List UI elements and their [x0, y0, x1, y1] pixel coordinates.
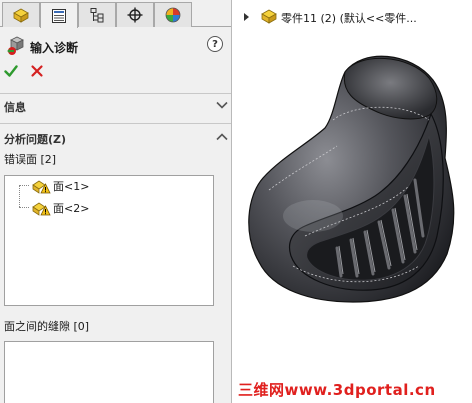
chevron-down-icon[interactable]	[216, 101, 228, 109]
property-manager-tab[interactable]	[40, 2, 78, 28]
chevron-up-icon[interactable]	[216, 133, 228, 141]
tree-line	[19, 185, 29, 186]
faulty-faces-label: 错误面 [2]	[4, 153, 57, 166]
feature-manager-icon	[13, 8, 29, 23]
divider	[0, 93, 231, 94]
import-diagnostics-icon	[7, 36, 24, 55]
help-icon[interactable]: ?	[207, 36, 223, 52]
faulty-faces-list[interactable]: 面<1> 面<2>	[4, 175, 214, 306]
ok-button[interactable]	[4, 64, 18, 78]
model-tree-title[interactable]: 零件11 (2) (默认<<零件...	[281, 10, 417, 26]
divider	[0, 123, 231, 124]
solidworks-window: 输入诊断 ? 信息 分析问题(Z) 错误面 [2] 面<1> 面<2> 面之间的…	[0, 0, 472, 403]
configuration-manager-icon	[90, 8, 104, 23]
property-manager-header: 输入诊断 ?	[0, 30, 231, 60]
tree-line	[19, 185, 20, 207]
property-manager-panel: 输入诊断 ? 信息 分析问题(Z) 错误面 [2] 面<1> 面<2> 面之间的…	[0, 0, 232, 403]
cancel-button[interactable]	[30, 64, 44, 78]
crosshair-icon	[127, 7, 143, 23]
watermark-text: 三维网www.3dportal.cn	[238, 381, 436, 399]
tree-line	[19, 207, 29, 208]
3d-model-view[interactable]	[233, 40, 472, 380]
part-icon	[261, 9, 277, 24]
graphics-area[interactable]: 零件11 (2) (默认<<零件... 三维网www.3dportal.cn	[233, 0, 472, 403]
configuration-manager-tab[interactable]	[78, 2, 116, 27]
gaps-list[interactable]	[4, 341, 214, 403]
face-warning-icon	[32, 202, 51, 216]
manager-tab-bar	[0, 0, 231, 28]
expand-arrow-icon[interactable]	[244, 13, 249, 21]
list-item[interactable]: 面<2>	[31, 199, 89, 217]
dimxpert-manager-tab[interactable]	[116, 2, 154, 27]
appearance-icon	[165, 7, 181, 23]
list-item-label: 面<1>	[53, 180, 90, 193]
property-manager-icon	[52, 8, 66, 23]
help-icon-glyph: ?	[212, 38, 218, 50]
property-manager-title: 输入诊断	[30, 41, 79, 55]
list-item[interactable]: 面<1>	[31, 177, 89, 195]
analyze-group-title[interactable]: 分析问题(Z)	[4, 131, 66, 147]
face-warning-icon	[32, 180, 51, 194]
display-manager-tab[interactable]	[154, 2, 192, 27]
feature-manager-tab[interactable]	[2, 2, 40, 27]
gaps-label: 面之间的缝隙 [0]	[4, 320, 90, 333]
list-item-label: 面<2>	[53, 202, 90, 215]
info-group-title[interactable]: 信息	[4, 99, 26, 115]
